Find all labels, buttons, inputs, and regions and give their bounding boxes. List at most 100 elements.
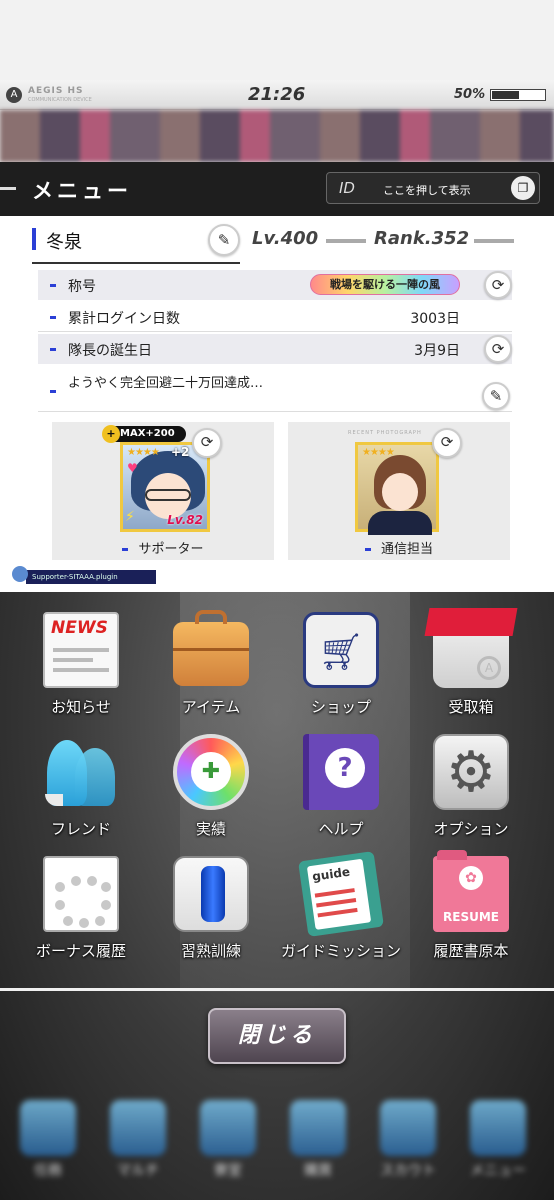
gear-glyph: ⚙ xyxy=(445,740,497,805)
app-logo-icon: A xyxy=(6,87,22,103)
pencil-icon: ✎ xyxy=(489,387,503,405)
menu-item-news[interactable]: NEWS お知らせ xyxy=(26,612,136,728)
bonus-dot xyxy=(55,882,65,892)
change-communicator-button[interactable]: ⟳ xyxy=(432,428,462,458)
bonus-dot xyxy=(87,876,97,886)
max-tag-text: MAX+200 xyxy=(120,428,175,439)
gift-box-icon: A xyxy=(424,608,518,688)
controller-icon: ✚ xyxy=(173,734,249,810)
row-bullet xyxy=(50,390,56,393)
text-line xyxy=(53,668,109,672)
rarity-stars: ★★★★ xyxy=(127,447,160,458)
top-blank-area xyxy=(0,0,554,80)
menu-item-friends[interactable]: フレンド xyxy=(26,734,136,850)
level-dash xyxy=(326,239,366,243)
edit-comment-button[interactable]: ✎ xyxy=(482,382,510,410)
bonus-dot xyxy=(95,916,105,926)
guide-clipboard-icon: guide xyxy=(298,851,384,937)
bonus-dot xyxy=(79,918,89,928)
communicator-label: 通信担当 xyxy=(288,538,510,557)
refresh-icon: ⟳ xyxy=(440,433,454,451)
nav-item[interactable]: 寮室 xyxy=(188,1100,268,1180)
bag-handle xyxy=(195,610,227,624)
clock: 21:26 xyxy=(248,84,306,105)
change-title-button[interactable]: ⟳ xyxy=(484,271,512,299)
menu-item-label: ボーナス履歴 xyxy=(35,942,126,960)
text-line xyxy=(53,658,93,662)
menu-item-shop[interactable]: 🛒︎ ショップ xyxy=(286,612,396,728)
header-dash xyxy=(0,187,16,190)
refresh-icon: ⟳ xyxy=(491,276,505,294)
bonus-dot xyxy=(71,876,81,886)
supporter-portrait: ★★★★ +2 ♥ ⚡ Lv.82 xyxy=(120,442,210,532)
bag-strap xyxy=(173,648,249,651)
app-subtitle: COMMUNICATION DEVICE xyxy=(28,97,92,103)
menu-item-label: 実績 xyxy=(195,820,226,838)
player-level: Lv.400 xyxy=(252,228,319,249)
change-supporter-button[interactable]: ⟳ xyxy=(192,428,222,458)
plugin-text: Supporter-SITAAA.plugin xyxy=(32,573,118,581)
battery-fill xyxy=(492,91,519,99)
scout-icon xyxy=(380,1100,436,1156)
menu-item-help[interactable]: ? ヘルプ xyxy=(286,734,396,850)
menu-item-options[interactable]: ⚙ オプション xyxy=(416,734,526,850)
rarity-stars: ★★★★ xyxy=(362,447,395,458)
glasses-shape xyxy=(145,489,191,501)
id-reveal-button[interactable]: ID ここを押して表示 ❐ xyxy=(326,172,540,204)
plugin-tag: Supporter-SITAAA.plugin xyxy=(12,566,156,584)
menu-item-bonus-history[interactable]: ボーナス履歴 xyxy=(26,856,136,972)
max-tag: + MAX+200 xyxy=(102,425,186,443)
menu-item-achievements[interactable]: ✚ 実績 xyxy=(156,734,266,850)
row-bullet xyxy=(50,348,56,351)
nav-item[interactable]: スカウト xyxy=(368,1100,448,1180)
nav-item[interactable]: 購買 xyxy=(278,1100,358,1180)
id-prompt: ここを押して表示 xyxy=(383,184,471,197)
nav-label: 寮室 xyxy=(214,1163,242,1179)
multi-icon xyxy=(110,1100,166,1156)
nav-item[interactable]: 任務 xyxy=(8,1100,88,1180)
app-name: AEGIS HS xyxy=(28,86,84,96)
bonus-dot xyxy=(55,900,65,910)
birthday-row: 隊長の誕生日 3月9日 ⟳ xyxy=(38,334,512,364)
mascot-icon xyxy=(12,566,28,582)
punching-bag-icon xyxy=(173,856,249,932)
news-badge: NEWS xyxy=(51,618,108,638)
communicator-card[interactable]: RECENT PHOTOGRAPH ★★★★ ⟳ 通信担当 xyxy=(288,422,510,560)
close-button[interactable]: 閉じる xyxy=(208,1008,346,1064)
menu-item-present-box[interactable]: A 受取箱 xyxy=(416,608,526,728)
comment-text: ようやく完全回避二十万回達成… xyxy=(68,376,264,391)
change-birthday-button[interactable]: ⟳ xyxy=(484,335,512,363)
communicator-portrait: ★★★★ xyxy=(355,442,439,535)
supporter-card[interactable]: + MAX+200 ★★★★ +2 ♥ ⚡ Lv.82 ⟳ サポーター xyxy=(52,422,274,560)
title-badge: 戦場を駆ける一陣の風 xyxy=(310,274,460,295)
menu-title: メニュー xyxy=(32,179,132,203)
lightning-icon: ⚡ xyxy=(125,509,135,525)
nav-label: マルチ xyxy=(117,1163,159,1179)
uniform-shape xyxy=(368,511,432,535)
friends-icon xyxy=(43,734,119,810)
face-shape xyxy=(382,473,418,511)
name-underline xyxy=(32,262,240,264)
nav-item[interactable]: マルチ xyxy=(98,1100,178,1180)
menu-item-guide-mission[interactable]: guide ガイドミッション xyxy=(281,851,401,972)
menu-item-items[interactable]: アイテム xyxy=(156,610,266,728)
bag-icon xyxy=(173,610,249,686)
bonus-dot xyxy=(101,900,111,910)
menu-item-training[interactable]: 習熟訓練 xyxy=(156,856,266,972)
login-days-value: 3003日 xyxy=(410,311,460,327)
profile-panel: 冬泉 ✎ Lv.400 Rank.352 称号 戦場を駆ける一陣の風 ⟳ 累計ロ… xyxy=(0,216,554,592)
bonus-dot xyxy=(63,916,73,926)
id-label: ID xyxy=(339,179,355,197)
cart-glyph: 🛒︎ xyxy=(318,632,364,673)
folder-tab xyxy=(437,850,467,860)
nav-label: 購買 xyxy=(304,1163,332,1179)
row-bullet xyxy=(50,316,56,319)
mission-icon xyxy=(20,1100,76,1156)
nav-item[interactable]: メニュー xyxy=(458,1100,538,1180)
menu-item-label: フレンド xyxy=(50,820,111,838)
menu-item-resume[interactable]: ✿ RESUME 履歴書原本 xyxy=(416,850,526,972)
copy-icon[interactable]: ❐ xyxy=(511,176,535,200)
login-days-label: 累計ログイン日数 xyxy=(68,311,180,327)
plus-icon: + xyxy=(102,425,120,443)
edit-name-button[interactable]: ✎ xyxy=(208,224,240,256)
